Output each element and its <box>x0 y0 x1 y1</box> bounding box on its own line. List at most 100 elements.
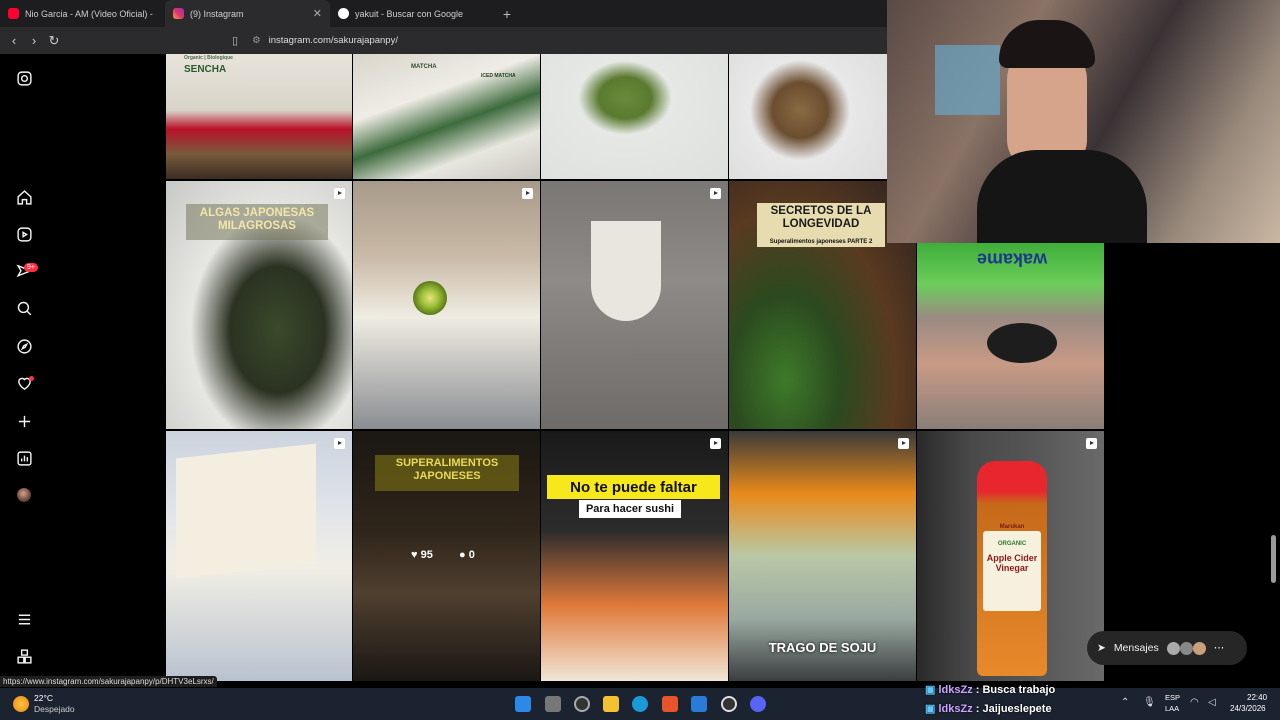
instagram-favicon-icon <box>173 8 184 19</box>
tab-youtube[interactable]: Nio Garcia - AM (Video Oficial) - <box>0 0 165 27</box>
wifi-icon[interactable]: ◠ <box>1190 697 1199 708</box>
vscode-icon[interactable] <box>691 696 707 712</box>
reload-icon[interactable]: ↻ <box>44 33 64 49</box>
post-natto-bowl[interactable] <box>729 54 887 179</box>
site-info-icon[interactable]: ⚙ <box>252 35 261 46</box>
post-subcaption: ICED MATCHA <box>481 73 516 79</box>
streamer-shirt <box>977 150 1147 243</box>
tab-instagram[interactable]: (9) Instagram ✕ <box>165 0 330 27</box>
tofu-block <box>176 443 316 579</box>
screen: { "browser":{ "tabs":[ {"label":"Nio Gar… <box>0 0 1280 720</box>
webcam-overlay <box>887 0 1280 243</box>
browser-toolbar: ‹ › ↻ ▯ ⚙ instagram.com/sakurajapanpy/ <box>0 27 887 54</box>
menu-icon[interactable] <box>14 609 34 629</box>
avatar <box>1166 641 1180 655</box>
post-wine-glass[interactable] <box>541 181 728 429</box>
dashboard-icon[interactable] <box>14 448 34 468</box>
instagram-logo-icon[interactable] <box>14 68 34 88</box>
messages-button[interactable]: ➤ Mensajes ⋯ <box>1087 631 1247 665</box>
microphone-icon[interactable]: 🎙 <box>1143 697 1156 708</box>
task-view-icon[interactable] <box>545 696 561 712</box>
language-code[interactable]: ESP <box>1165 693 1180 702</box>
tab-label: yakuit - Buscar con Google <box>355 8 464 19</box>
post-subcaption: Organic | Biologique <box>184 55 233 61</box>
post-wakame[interactable]: wakame <box>917 243 1104 429</box>
keyboard-layout: LAA <box>1165 704 1180 713</box>
chat-message: ▣ ldksZz : Jaijueslepete <box>925 703 1052 715</box>
settings-gear-icon[interactable] <box>721 696 737 712</box>
url-text: instagram.com/sakurajapanpy/ <box>268 35 398 46</box>
tab-label: Nio Garcia - AM (Video Oficial) - <box>25 8 153 19</box>
post-sencha[interactable]: SENCHA Organic | Biologique <box>166 54 352 179</box>
chevron-up-icon[interactable]: ⌃ <box>1121 697 1129 708</box>
post-subcaption: ORGANIC <box>997 541 1027 547</box>
volume-icon[interactable]: ◁ <box>1208 697 1216 708</box>
file-explorer-icon[interactable] <box>603 696 619 712</box>
home-icon[interactable] <box>14 187 34 207</box>
browser-tab-bar: Nio Garcia - AM (Video Oficial) - (9) In… <box>0 0 887 27</box>
clock-time[interactable]: 22:40 <box>1247 693 1267 702</box>
address-bar[interactable]: ⚙ instagram.com/sakurajapanpy/ <box>252 35 398 46</box>
bottle-brand: Marukan <box>999 524 1025 530</box>
avatar <box>1179 641 1193 655</box>
chat-badge-icon: ▣ <box>925 703 936 715</box>
comment-icon: ● <box>459 549 466 561</box>
create-plus-icon[interactable] <box>14 411 34 431</box>
bookmark-icon[interactable]: ▯ <box>232 34 238 47</box>
message-avatars <box>1166 641 1206 655</box>
monitor <box>935 45 1000 115</box>
more-icon: ⋯ <box>1213 642 1225 654</box>
reel-icon <box>1086 438 1097 449</box>
chat-username: ldksZz <box>938 684 973 696</box>
weather-icon[interactable] <box>13 696 29 712</box>
new-tab-button[interactable]: + <box>495 0 519 27</box>
post-vinegar[interactable]: Marukan ORGANIC Apple Cider Vinegar <box>917 431 1104 681</box>
post-matcha-powder[interactable] <box>541 54 728 179</box>
page-scrollbar[interactable] <box>1271 535 1276 583</box>
search-icon[interactable] <box>14 298 34 318</box>
reel-icon <box>710 188 721 199</box>
chat-badge-icon: ▣ <box>925 684 936 696</box>
chat-message: ▣ ldksZz : Busca trabajo <box>925 684 1056 696</box>
chat-text: Busca trabajo <box>982 684 1056 696</box>
youtube-icon <box>8 8 19 19</box>
reel-icon <box>710 438 721 449</box>
close-icon[interactable]: ✕ <box>313 7 322 20</box>
meta-icon[interactable] <box>14 646 34 666</box>
back-arrow-icon[interactable]: ‹ <box>4 33 24 48</box>
forward-arrow-icon[interactable]: › <box>24 33 44 48</box>
post-matcha-packages[interactable]: MATCHA ICED MATCHA <box>353 54 540 179</box>
chat-username: ldksZz <box>938 703 973 715</box>
explore-icon[interactable] <box>14 336 34 356</box>
post-caption: MATCHA <box>411 64 437 70</box>
reel-icon <box>898 438 909 449</box>
windows-start-icon[interactable] <box>515 696 531 712</box>
link-status-url: https://www.instagram.com/sakurajapanpy/… <box>0 676 217 687</box>
post-sushi[interactable]: No te puede faltar Para hacer sushi <box>541 431 728 681</box>
post-kiwi-drink[interactable] <box>353 181 540 429</box>
brave-icon[interactable] <box>662 696 678 712</box>
post-superalimentos[interactable]: SUPERALIMENTOS JAPONESES ♥ 95 ● 0 <box>353 431 540 681</box>
send-icon: ➤ <box>1097 642 1106 654</box>
post-caption: wakame <box>977 249 1048 270</box>
chat-text: Jaijueslepete <box>982 703 1052 715</box>
post-caption: TRAGO DE SOJU <box>768 640 877 655</box>
profile-avatar[interactable] <box>17 488 31 502</box>
post-subcaption: Para hacer sushi <box>585 503 675 515</box>
avatar <box>1192 641 1206 655</box>
reel-icon <box>334 438 345 449</box>
seaweed-pile <box>987 323 1057 363</box>
comments-count: ● 0 <box>459 549 475 561</box>
discord-icon[interactable] <box>750 696 766 712</box>
post-algas[interactable]: ALGAS JAPONESAS MILAGROSAS <box>166 181 352 429</box>
obs-icon[interactable] <box>574 696 590 712</box>
tab-google[interactable]: yakuit - Buscar con Google <box>330 0 495 27</box>
post-tofu[interactable] <box>166 431 352 681</box>
reels-icon[interactable] <box>14 224 34 244</box>
likes-value: 95 <box>420 549 433 561</box>
reel-icon <box>334 188 345 199</box>
likes-count: ♥ 95 <box>411 549 433 561</box>
post-soju[interactable]: TRAGO DE SOJU <box>729 431 916 681</box>
edge-icon[interactable] <box>632 696 648 712</box>
reel-icon <box>522 188 533 199</box>
